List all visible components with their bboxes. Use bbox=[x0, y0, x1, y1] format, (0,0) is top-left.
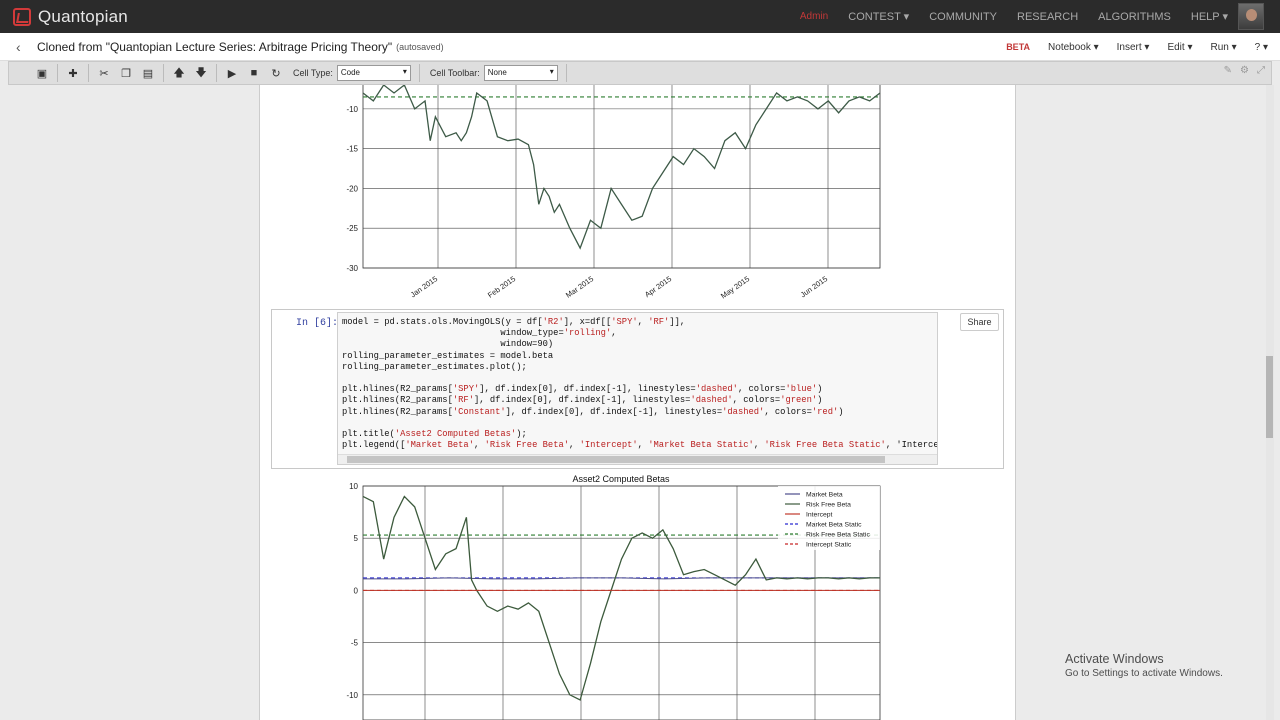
y-tick-label: -10 bbox=[346, 691, 358, 700]
beta-badge: BETA bbox=[1006, 42, 1031, 52]
nav-links: Admin CONTEST ▾ COMMUNITY RESEARCH ALGOR… bbox=[800, 0, 1228, 33]
nav-research[interactable]: RESEARCH bbox=[1017, 11, 1078, 23]
activate-title: Activate Windows bbox=[1065, 652, 1164, 666]
edit-pencil-icon[interactable]: ✎ bbox=[1224, 65, 1232, 76]
toolbar-divider bbox=[88, 64, 89, 82]
activate-windows-watermark: Activate Windows Go to Settings to activ… bbox=[1065, 652, 1223, 679]
y-tick-label: -5 bbox=[351, 639, 359, 648]
cumulative-returns-chart: -10 -15 -20 -25 -30 Jan 2015 Feb 2015 Mar 2015… bbox=[346, 85, 881, 300]
menu-edit[interactable]: Edit ▾ bbox=[1167, 42, 1192, 53]
x-tick-label: Feb 2015 bbox=[486, 274, 517, 300]
notebook-toolbar: ▣ ✚ ✂ ❐ ▤ 🡅 🡇 ▶ ■ ↻ Cell Type: Code Cell… bbox=[8, 61, 1272, 85]
settings-icon[interactable]: ⚙ bbox=[1240, 65, 1249, 76]
y-tick-label: -30 bbox=[346, 264, 358, 273]
code-horizontal-scrollbar[interactable] bbox=[338, 454, 937, 464]
y-tick-label: 0 bbox=[354, 586, 359, 595]
legend-label: Market Beta Static bbox=[806, 522, 862, 529]
x-tick-label: Jan 2015 bbox=[409, 274, 439, 299]
brand-name: Quantopian bbox=[38, 6, 128, 26]
toolbar-divider bbox=[163, 64, 164, 82]
y-tick-label: -15 bbox=[346, 145, 358, 154]
menu-help[interactable]: ? ▾ bbox=[1255, 42, 1268, 53]
notebook-title[interactable]: Cloned from "Quantopian Lecture Series: … bbox=[37, 40, 392, 54]
chart-title: Asset2 Computed Betas bbox=[572, 474, 670, 484]
x-tick-label: Apr 2015 bbox=[643, 274, 673, 299]
code-editor[interactable]: model = pd.stats.ols.MovingOLS(y = df['R… bbox=[337, 312, 938, 465]
save-icon[interactable]: ▣ bbox=[31, 63, 53, 83]
cell-prompt: In [6]: bbox=[296, 318, 339, 329]
legend-label: Risk Free Beta Static bbox=[806, 532, 870, 539]
share-button[interactable]: Share bbox=[960, 313, 999, 331]
returns-series-line bbox=[362, 85, 881, 250]
admin-badge[interactable]: Admin bbox=[800, 11, 828, 22]
cell-type-select[interactable]: Code bbox=[336, 65, 411, 81]
move-up-icon[interactable]: 🡅 bbox=[168, 63, 190, 83]
legend-label: Risk Free Beta bbox=[806, 502, 851, 509]
code-text[interactable]: model = pd.stats.ols.MovingOLS(y = df['R… bbox=[342, 317, 937, 451]
x-tick-label: Mar 2015 bbox=[564, 274, 595, 300]
menu-run[interactable]: Run ▾ bbox=[1210, 42, 1236, 53]
asset2-betas-chart: Asset2 Computed Betas 10 5 0 -5 -10 Market B… bbox=[346, 474, 881, 720]
cell-type-label: Cell Type: bbox=[293, 68, 333, 78]
y-tick-label: 10 bbox=[349, 482, 358, 491]
y-tick-label: -10 bbox=[346, 105, 358, 114]
page-scrollbar-thumb[interactable] bbox=[1266, 356, 1273, 438]
y-tick-label: -20 bbox=[346, 184, 358, 193]
chart-legend: Market Beta Risk Free Beta Intercept Market… bbox=[778, 486, 880, 550]
legend-label: Intercept Static bbox=[806, 542, 852, 549]
add-cell-icon[interactable]: ✚ bbox=[62, 63, 84, 83]
nav-algorithms[interactable]: ALGORITHMS bbox=[1098, 11, 1171, 23]
expand-icon[interactable]: ⤢ bbox=[1257, 65, 1265, 76]
cell-toolbar-select[interactable]: None bbox=[483, 65, 558, 81]
x-tick-label: Jun 2015 bbox=[799, 274, 829, 299]
toolbar-divider bbox=[216, 64, 217, 82]
toolbar-divider bbox=[418, 64, 420, 82]
nav-contest[interactable]: CONTEST ▾ bbox=[848, 10, 909, 23]
nav-help[interactable]: HELP ▾ bbox=[1191, 10, 1228, 23]
copy-icon[interactable]: ❐ bbox=[115, 63, 137, 83]
user-avatar[interactable] bbox=[1238, 3, 1264, 30]
legend-label: Market Beta bbox=[806, 492, 843, 499]
move-down-icon[interactable]: 🡇 bbox=[190, 63, 212, 83]
cell-toolbar-label: Cell Toolbar: bbox=[429, 68, 480, 78]
top-navbar: Quantopian Admin CONTEST ▾ COMMUNITY RES… bbox=[0, 0, 1280, 33]
scrollbar-thumb[interactable] bbox=[347, 456, 885, 463]
notebook-header: ‹ Cloned from "Quantopian Lecture Series… bbox=[0, 33, 1280, 61]
back-arrow-icon[interactable]: ‹ bbox=[16, 39, 30, 55]
paste-icon[interactable]: ▤ bbox=[137, 63, 159, 83]
y-tick-label: -25 bbox=[346, 224, 358, 233]
toolbar-divider bbox=[565, 64, 567, 82]
run-icon[interactable]: ▶ bbox=[221, 63, 243, 83]
x-tick-label: May 2015 bbox=[719, 274, 751, 300]
quantopian-logo-icon bbox=[13, 7, 31, 26]
restart-icon[interactable]: ↻ bbox=[265, 63, 287, 83]
notebook-menu: BETA Notebook ▾ Insert ▾ Edit ▾ Run ▾ ? … bbox=[988, 33, 1268, 61]
brand-logo[interactable]: Quantopian bbox=[13, 7, 128, 27]
plot-frame bbox=[362, 85, 881, 269]
stop-icon[interactable]: ■ bbox=[243, 63, 265, 83]
toolbar-right: ✎ ⚙ ⤢ bbox=[1224, 65, 1265, 76]
autosave-status: (autosaved) bbox=[396, 41, 444, 52]
menu-insert[interactable]: Insert ▾ bbox=[1117, 42, 1150, 53]
cut-icon[interactable]: ✂ bbox=[93, 63, 115, 83]
toolbar-divider bbox=[57, 64, 58, 82]
nav-community[interactable]: COMMUNITY bbox=[929, 11, 997, 23]
legend-label: Intercept bbox=[806, 512, 833, 519]
y-tick-label: 5 bbox=[354, 534, 359, 543]
menu-notebook[interactable]: Notebook ▾ bbox=[1048, 42, 1099, 53]
activate-subtitle: Go to Settings to activate Windows. bbox=[1065, 668, 1223, 679]
